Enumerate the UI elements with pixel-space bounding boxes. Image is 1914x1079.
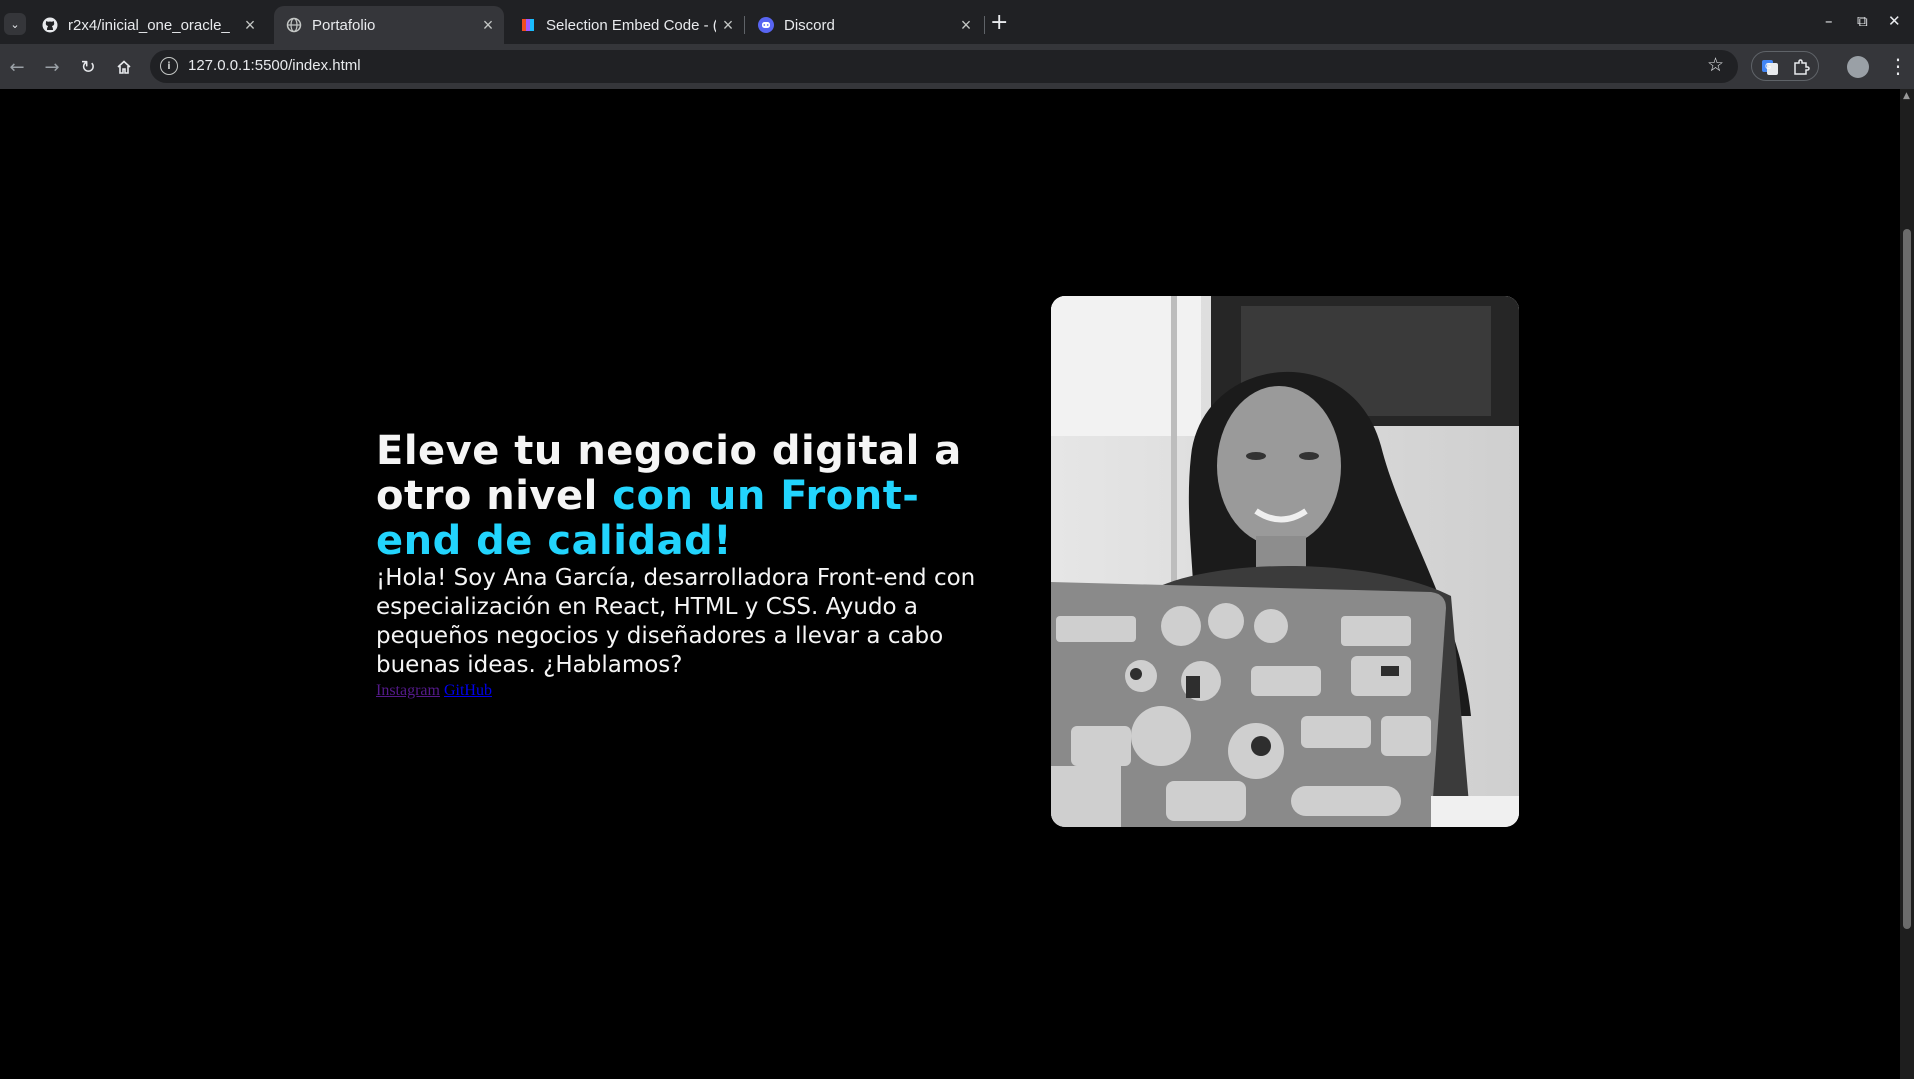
close-icon[interactable]: × bbox=[238, 15, 262, 36]
tab-github[interactable]: r2x4/inicial_one_oracle_ × bbox=[30, 6, 266, 44]
url-text: 127.0.0.1:5500/index.html bbox=[188, 57, 361, 74]
github-link[interactable]: GitHub bbox=[444, 682, 492, 699]
hero-text-block: Eleve tu negocio digital a otro nivel co… bbox=[376, 429, 996, 700]
scrollbar-thumb[interactable] bbox=[1903, 229, 1911, 929]
tab-figma[interactable]: Selection Embed Code - ( × bbox=[508, 6, 744, 44]
vertical-scrollbar[interactable]: ▲ bbox=[1900, 89, 1914, 1079]
scroll-up-icon[interactable]: ▲ bbox=[1903, 91, 1910, 101]
site-info-icon[interactable]: i bbox=[160, 57, 178, 75]
tab-portafolio[interactable]: Portafolio × bbox=[274, 6, 504, 44]
tab-title: Portafolio bbox=[312, 16, 376, 34]
arrow-left-icon: ← bbox=[9, 56, 25, 78]
extensions-puzzle-icon[interactable] bbox=[1792, 58, 1810, 76]
tab-divider bbox=[744, 16, 745, 34]
translate-icon[interactable]: G bbox=[1761, 58, 1779, 76]
svg-text:G: G bbox=[1765, 62, 1771, 71]
address-bar[interactable]: i 127.0.0.1:5500/index.html ☆ bbox=[150, 50, 1738, 83]
profile-avatar[interactable] bbox=[1847, 56, 1869, 78]
hero-description: ¡Hola! Soy Ana García, desarrolladora Fr… bbox=[376, 565, 976, 678]
tab-title: Selection Embed Code - ( bbox=[546, 16, 716, 34]
close-icon[interactable]: × bbox=[954, 15, 978, 36]
figma-icon bbox=[520, 17, 536, 33]
chevron-down-icon: ⌄ bbox=[10, 17, 20, 31]
reload-button[interactable]: ↻ bbox=[75, 54, 101, 80]
home-icon bbox=[117, 60, 131, 74]
browser-toolbar: ← → ↻ i 127.0.0.1:5500/index.html ☆ G ⋮ bbox=[0, 44, 1914, 89]
close-icon[interactable]: × bbox=[476, 15, 500, 36]
tab-divider bbox=[984, 16, 985, 34]
new-tab-button[interactable]: + bbox=[990, 10, 1008, 35]
plus-icon: + bbox=[990, 10, 1009, 35]
bookmark-star-icon[interactable]: ☆ bbox=[1707, 54, 1724, 76]
back-button[interactable]: ← bbox=[4, 54, 30, 80]
tab-search-button[interactable]: ⌄ bbox=[4, 13, 26, 35]
hero-title: Eleve tu negocio digital a otro nivel co… bbox=[376, 429, 996, 564]
instagram-link[interactable]: Instagram bbox=[376, 682, 440, 699]
menu-kebab-icon[interactable]: ⋮ bbox=[1888, 54, 1908, 78]
close-icon[interactable]: × bbox=[716, 15, 740, 36]
profile-photo bbox=[1051, 296, 1519, 827]
reload-icon: ↻ bbox=[80, 56, 96, 78]
discord-icon bbox=[758, 17, 774, 33]
forward-button[interactable]: → bbox=[39, 54, 65, 80]
home-button[interactable] bbox=[111, 54, 137, 80]
globe-icon bbox=[286, 17, 302, 33]
github-icon bbox=[42, 17, 58, 33]
tab-title: Discord bbox=[784, 16, 835, 34]
close-window-button[interactable]: ✕ bbox=[1888, 12, 1901, 30]
tab-discord[interactable]: Discord × bbox=[746, 6, 982, 44]
page-viewport: Eleve tu negocio digital a otro nivel co… bbox=[0, 89, 1900, 1079]
extensions-group: G bbox=[1751, 51, 1819, 81]
arrow-right-icon: → bbox=[44, 56, 60, 78]
social-links: Instagram GitHub bbox=[376, 682, 996, 700]
tab-strip: ⌄ r2x4/inicial_one_oracle_ × Portafolio … bbox=[0, 0, 1914, 44]
minimize-button[interactable]: – bbox=[1825, 12, 1833, 30]
tab-title: r2x4/inicial_one_oracle_ bbox=[68, 16, 230, 34]
restore-button[interactable]: ⧉ bbox=[1857, 12, 1868, 30]
